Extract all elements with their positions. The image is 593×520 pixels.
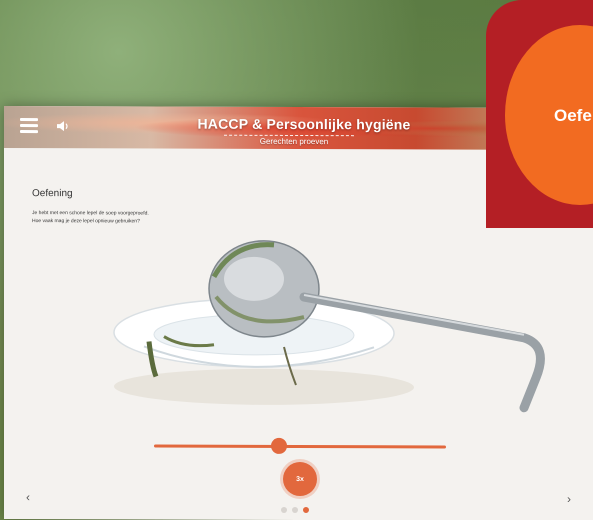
- question-text: Je hebt met een schone lepel de soep voo…: [32, 210, 282, 226]
- page-subtitle: Gerechten proeven: [259, 136, 329, 147]
- slider-value-badge[interactable]: 3x: [283, 461, 317, 497]
- speaker-icon[interactable]: [55, 118, 71, 134]
- slider-thumb[interactable]: [271, 437, 287, 454]
- page-dot-1[interactable]: [281, 506, 287, 513]
- chevron-left-icon[interactable]: ‹: [26, 490, 30, 504]
- page-dot-2[interactable]: [292, 506, 298, 513]
- screen: HACCP & Persoonlijke hygiëne Gerechten p…: [0, 0, 593, 520]
- soup-ladle-illustration: [104, 236, 574, 418]
- chevron-right-icon[interactable]: ›: [567, 492, 571, 506]
- pagination-dots: [281, 506, 309, 514]
- menu-icon[interactable]: [20, 118, 38, 134]
- question-line-2: Hoe vaak mag je deze lepel opnieuw gebru…: [32, 217, 140, 224]
- page-title: HACCP & Persoonlijke hygiëne: [197, 115, 411, 133]
- page-dot-3[interactable]: [303, 507, 309, 514]
- section-title: Oefening: [32, 188, 73, 200]
- corner-badge-label: Oefe: [554, 106, 592, 125]
- quantity-slider[interactable]: [154, 437, 446, 454]
